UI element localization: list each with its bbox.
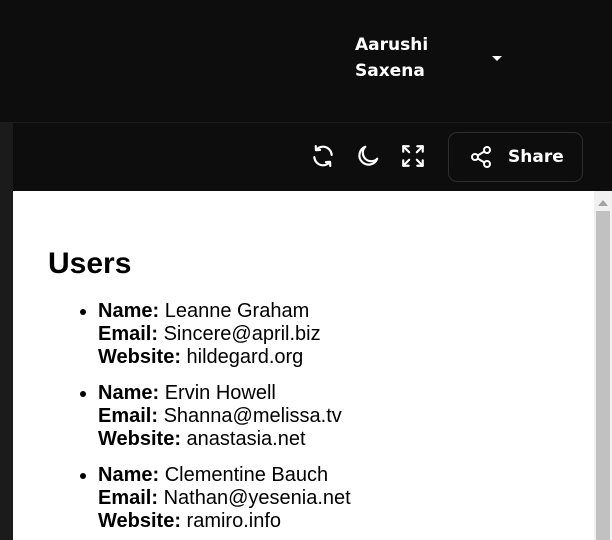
share-button[interactable]: Share [448,132,583,182]
top-bar: Aarushi Saxena [0,0,612,122]
vertical-scrollbar[interactable] [594,191,612,540]
left-panel-edge [0,123,13,540]
user-website-value: ramiro.info [186,510,282,532]
list-item: Name: Ervin Howell Email: Shanna@melissa… [98,382,568,451]
preview-pane: Users Name: Leanne Graham Email: Sincere… [13,191,594,540]
user-name-value: Ervin Howell [164,382,276,404]
website-label: Website: [98,346,181,368]
moon-icon[interactable] [355,143,381,169]
website-label: Website: [98,510,181,532]
list-item: Name: Clementine Bauch Email: Nathan@yes… [98,464,568,533]
user-name: Aarushi Saxena [355,35,429,81]
name-label: Name: [98,464,160,486]
email-label: Email: [98,487,159,509]
name-label: Name: [98,382,160,404]
email-label: Email: [98,405,159,427]
user-name-value: Leanne Graham [164,300,310,322]
user-list: Name: Leanne Graham Email: Sincere@april… [48,300,568,540]
user-email-value: Nathan@yesenia.net [163,487,351,509]
user-menu[interactable]: Aarushi Saxena [355,32,515,86]
website-label: Website: [98,428,181,450]
user-email-value: Sincere@april.biz [163,323,321,345]
list-item: Name: Leanne Graham Email: Sincere@april… [98,300,568,369]
user-name-value: Clementine Bauch [164,464,329,486]
fullscreen-icon[interactable] [400,143,426,169]
user-website-value: hildegard.org [186,346,304,368]
user-email-value: Shanna@melissa.tv [163,405,342,427]
refresh-icon[interactable] [310,143,336,169]
name-label: Name: [98,300,160,322]
scroll-up-arrow-icon[interactable] [598,200,608,206]
chevron-down-icon[interactable] [492,56,502,61]
share-label: Share [508,147,564,167]
email-label: Email: [98,323,159,345]
toolbar: Share [0,123,612,191]
user-website-value: anastasia.net [186,428,306,450]
scrollbar-thumb[interactable] [596,211,610,540]
page-title: Users [48,247,132,280]
share-icon [471,146,491,168]
